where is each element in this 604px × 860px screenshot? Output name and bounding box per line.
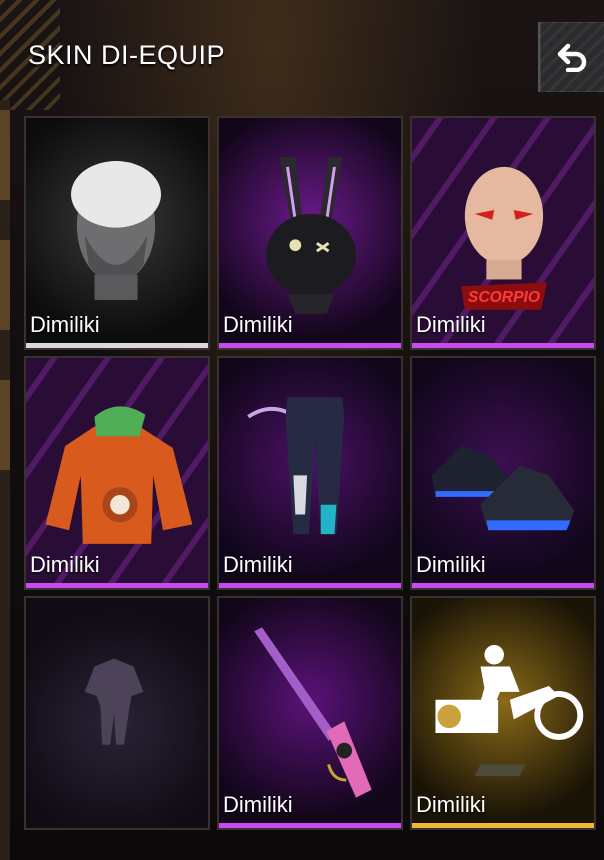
item-card-shotgun[interactable]: Dimiliki <box>217 596 403 830</box>
item-status-label: Dimiliki <box>223 792 293 817</box>
item-card-head-mask[interactable]: Dimiliki <box>24 116 210 350</box>
left-rail <box>0 100 10 860</box>
item-status-label: Dimiliki <box>416 312 486 337</box>
item-card-bunny-mask[interactable]: Dimiliki <box>217 116 403 350</box>
rarity-bar <box>219 583 401 588</box>
item-card-pants[interactable]: Dimiliki <box>217 356 403 590</box>
outfit-placeholder-icon <box>84 658 144 745</box>
back-button[interactable] <box>538 22 604 92</box>
item-status-label: Dimiliki <box>416 552 486 577</box>
item-card-empty-outfit[interactable] <box>24 596 210 830</box>
item-status-label: Dimiliki <box>223 312 293 337</box>
page-title: SKIN DI-EQUIP <box>28 40 226 70</box>
item-status-label: Dimiliki <box>30 312 100 337</box>
rarity-bar <box>219 343 401 348</box>
item-status-label: Dimiliki <box>223 552 293 577</box>
item-status-label: Dimiliki <box>416 792 486 817</box>
item-card-motorbike-emote[interactable]: Dimiliki <box>410 596 596 830</box>
item-card-scorpio-head[interactable]: SCORPIO Dimiliki <box>410 116 596 350</box>
rarity-bar <box>26 583 208 588</box>
rarity-bar <box>26 343 208 348</box>
item-card-sneakers[interactable]: Dimiliki <box>410 356 596 590</box>
item-card-hoodie[interactable]: Dimiliki <box>24 356 210 590</box>
rarity-bar <box>219 823 401 828</box>
item-status-label: Dimiliki <box>30 552 100 577</box>
rarity-bar <box>412 823 594 828</box>
rarity-bar <box>412 583 594 588</box>
undo-arrow-icon <box>557 43 587 72</box>
scorpio-badge: SCORPIO <box>468 289 540 306</box>
rarity-bar <box>412 343 594 348</box>
